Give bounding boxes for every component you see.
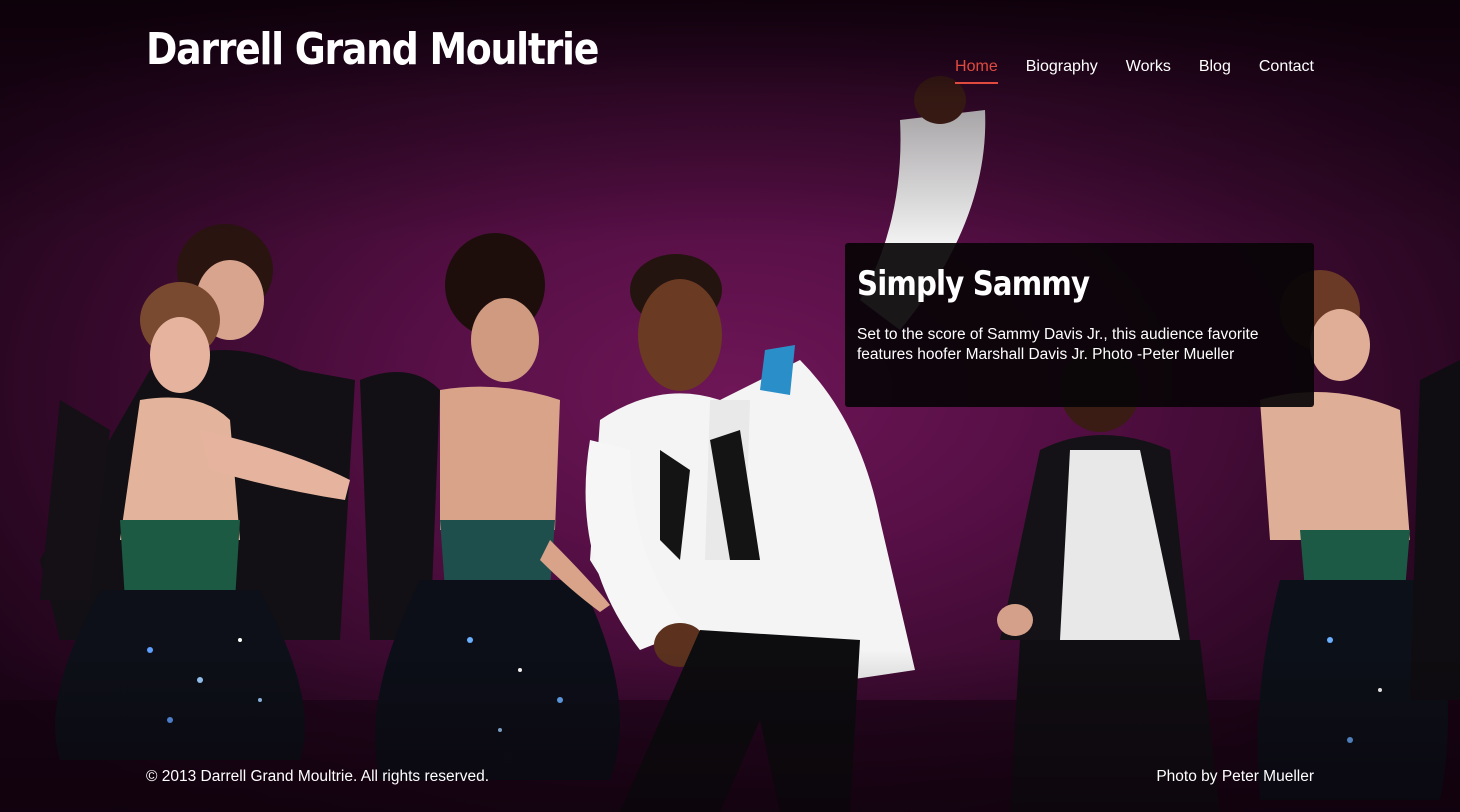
nav-works[interactable]: Works	[1126, 57, 1171, 84]
footer-photo-credit: Photo by Peter Mueller	[1156, 768, 1314, 785]
slide-description: Set to the score of Sammy Davis Jr., thi…	[857, 326, 1259, 363]
main-nav: Home Biography Works Blog Contact	[955, 57, 1314, 84]
footer-copyright: © 2013 Darrell Grand Moultrie. All right…	[146, 768, 490, 785]
slide-caption: Simply Sammy Set to the score of Sammy D…	[845, 243, 1314, 407]
nav-biography[interactable]: Biography	[1026, 57, 1098, 84]
nav-blog[interactable]: Blog	[1199, 57, 1231, 84]
nav-contact[interactable]: Contact	[1259, 57, 1314, 84]
nav-home[interactable]: Home	[955, 57, 998, 84]
site-title[interactable]: Darrell Grand Moultrie	[146, 22, 599, 78]
page: Darrell Grand Moultrie Home Biography Wo…	[0, 0, 1460, 812]
slide-heading: Simply Sammy	[857, 264, 1090, 304]
